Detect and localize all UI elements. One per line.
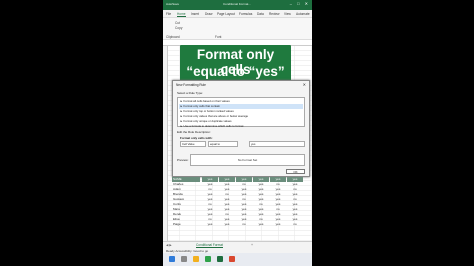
copy-button[interactable]: Copy	[175, 26, 182, 30]
caption-callout: Format only cells “equal to “yes”	[180, 45, 291, 82]
rule-type-item[interactable]: ► Format only values that are above or b…	[179, 114, 303, 119]
ok-button[interactable]: OK	[286, 169, 305, 174]
table-cell[interactable]: yes	[253, 222, 269, 227]
preview-box: No Format Set	[190, 154, 305, 166]
taskbar	[163, 253, 312, 266]
tab-home[interactable]: Home	[177, 12, 186, 17]
table-cell[interactable]: yes	[219, 222, 235, 227]
table-cell[interactable]: no	[287, 222, 303, 227]
tab-file[interactable]: File	[166, 12, 171, 16]
table-cell[interactable]: yes	[202, 222, 218, 227]
autosave-toggle[interactable]: AutoSave	[166, 2, 179, 6]
title-bar: AutoSave Conditional Format... – □ ✕	[163, 0, 312, 10]
sheet-tab-bar: ◀ ▶ Conditional Format +	[163, 241, 312, 248]
close-icon[interactable]: ✕	[303, 82, 306, 87]
search-icon[interactable]	[181, 256, 187, 262]
windows-start-icon[interactable]	[169, 256, 175, 262]
dialog-title: New Formatting Rule	[176, 83, 206, 87]
ribbon: Cut Copy Clipboard Font	[163, 18, 312, 40]
window-title: Conditional Format...	[223, 2, 251, 6]
table-row: Paige yes yes no yes yes no	[172, 222, 306, 227]
tab-page-layout[interactable]: Page Layout	[217, 12, 235, 16]
tab-automate[interactable]: Automate	[296, 12, 310, 16]
row-headers	[163, 46, 168, 241]
table-cell[interactable]: no	[236, 222, 252, 227]
tab-formulas[interactable]: Formulas	[239, 12, 252, 16]
spotify-icon[interactable]	[205, 256, 211, 262]
ribbon-tabs: File Home Insert Draw Page Layout Formul…	[163, 10, 312, 18]
rule-type-item[interactable]: ► Use a formula to determine which cells…	[179, 124, 303, 129]
table-cell[interactable]: Paige	[172, 222, 200, 227]
table-cell[interactable]: yes	[270, 222, 286, 227]
status-text: Ready Accessibility: Good to go	[166, 248, 209, 253]
chrome-icon[interactable]	[229, 256, 235, 262]
tab-view[interactable]: View	[284, 12, 291, 16]
rule-type-item[interactable]: ► Format all cells based on their values	[179, 99, 303, 104]
new-formatting-rule-dialog: New Formatting Rule ✕ Select a Rule Type…	[172, 80, 310, 177]
window-controls[interactable]: – □ ✕	[290, 1, 310, 6]
tab-review[interactable]: Review	[269, 12, 279, 16]
tab-data[interactable]: Data	[257, 12, 264, 16]
file-explorer-icon[interactable]	[193, 256, 199, 262]
condition-type-select[interactable]: Cell Value	[180, 141, 206, 147]
format-only-cells-with-label: Format only cells with:	[180, 136, 213, 140]
font-group-label: Font	[215, 35, 222, 39]
condition-value-input[interactable]: yes	[249, 141, 305, 147]
excel-icon[interactable]	[217, 256, 223, 262]
rule-type-item-selected[interactable]: ► Format only cells that contain	[179, 104, 303, 109]
rule-type-list: ► Format all cells based on their values…	[177, 97, 305, 129]
preview-label: Preview:	[177, 158, 189, 162]
sheet-nav-arrows[interactable]: ◀ ▶	[166, 243, 172, 247]
add-sheet-icon[interactable]: +	[251, 243, 253, 247]
clipboard-group-label: Clipboard	[166, 35, 180, 39]
tab-draw[interactable]: Draw	[205, 12, 212, 16]
operator-select[interactable]: equal to	[208, 141, 238, 147]
rule-type-label: Select a Rule Type:	[177, 91, 203, 95]
rule-type-item[interactable]: ► Format only top or bottom ranked value…	[179, 109, 303, 114]
edit-rule-label: Edit the Rule Description:	[177, 130, 211, 134]
cut-button[interactable]: Cut	[175, 21, 180, 25]
tab-insert[interactable]: Insert	[191, 12, 199, 16]
rule-type-item[interactable]: ► Format only unique or duplicate values	[179, 119, 303, 124]
caption-line-2: “equal to “yes”	[186, 64, 285, 79]
